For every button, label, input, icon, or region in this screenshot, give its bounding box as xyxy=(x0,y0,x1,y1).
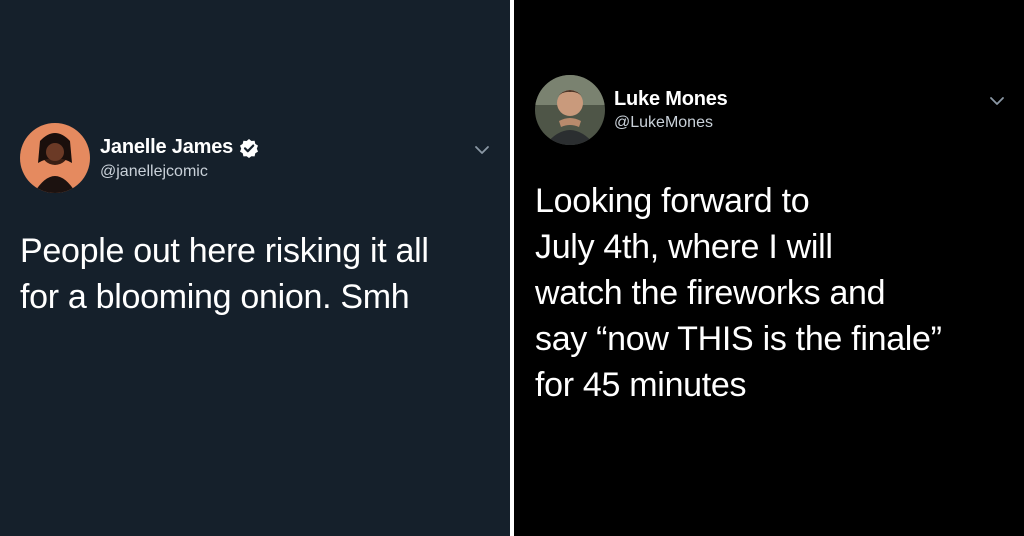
tweet-text: Looking forward to July 4th, where I wil… xyxy=(535,182,942,404)
tweet-text: People out here risking it all for a blo… xyxy=(20,232,429,316)
user-handle[interactable]: @LukeMones xyxy=(614,114,713,132)
tweet-card-janelle: Janelle James @janellejcomic People out … xyxy=(0,0,510,536)
verified-badge-icon xyxy=(240,138,259,158)
display-name[interactable]: Janelle James xyxy=(100,136,233,159)
display-name[interactable]: Luke Mones xyxy=(614,88,728,111)
chevron-down-icon[interactable] xyxy=(473,144,491,156)
tweet-card-luke: Luke Mones @LukeMones Looking forward to… xyxy=(514,0,1024,536)
profile-photo-icon xyxy=(535,75,605,145)
author-name-row: Luke Mones xyxy=(614,88,728,111)
tweet-comparison-image: Janelle James @janellejcomic People out … xyxy=(0,0,1024,536)
avatar-janelle[interactable] xyxy=(20,123,90,193)
profile-photo-icon xyxy=(20,123,90,193)
chevron-down-icon[interactable] xyxy=(988,95,1006,107)
avatar-luke[interactable] xyxy=(535,75,605,145)
user-handle[interactable]: @janellejcomic xyxy=(100,163,208,181)
author-name-row: Janelle James xyxy=(100,136,259,159)
